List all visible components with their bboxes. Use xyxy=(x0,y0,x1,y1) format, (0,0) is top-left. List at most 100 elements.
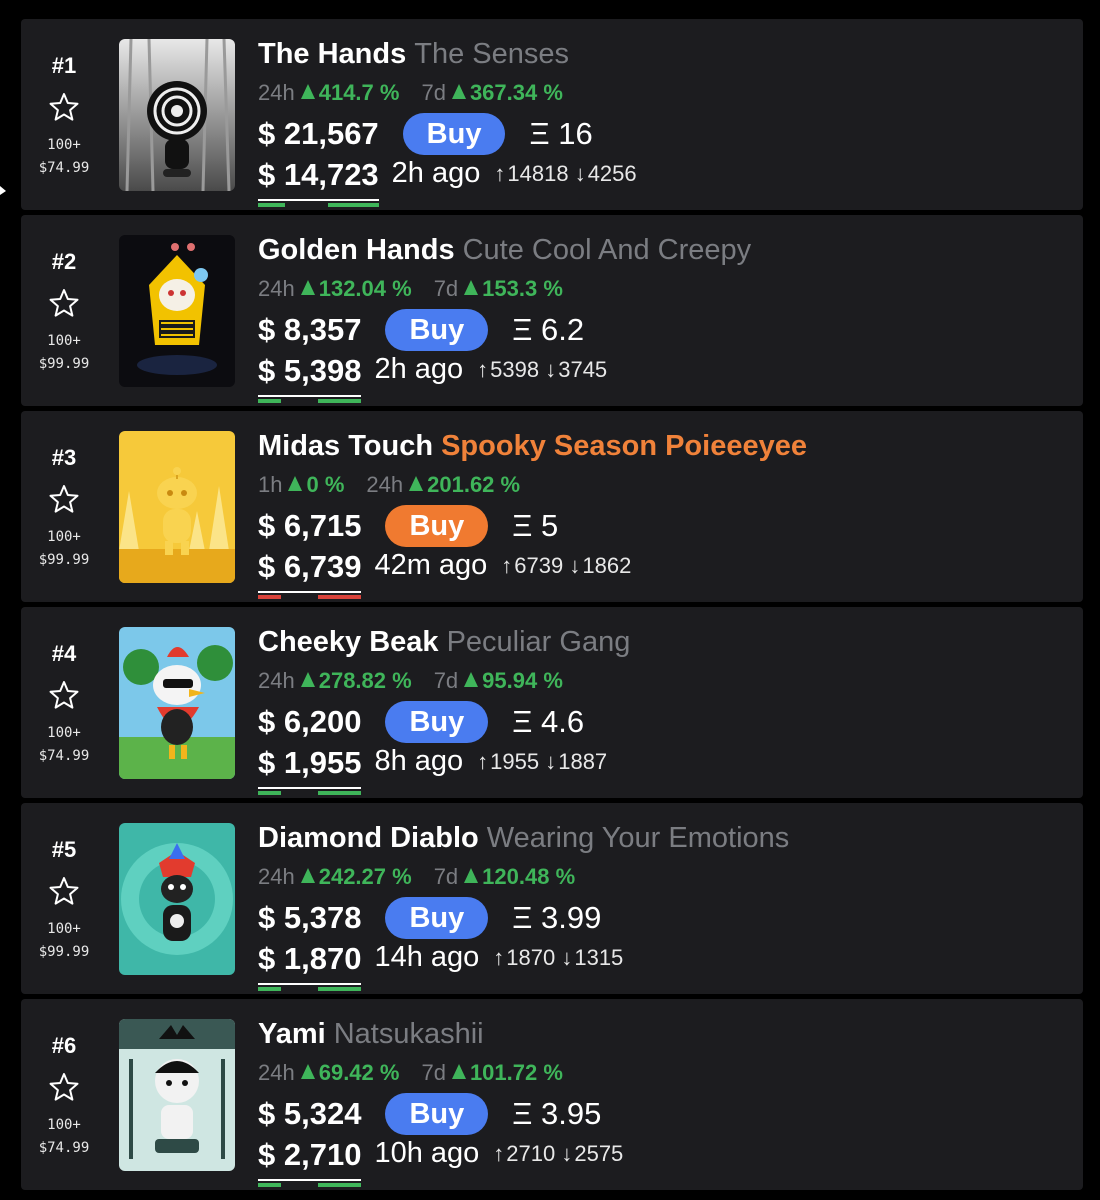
price-row: $ 21,567 Buy Ξ 16 xyxy=(258,111,593,157)
item-name[interactable]: Midas Touch xyxy=(258,430,433,462)
arrow-down-icon: ↓ xyxy=(545,749,557,774)
list-item[interactable]: #6 100+ $74.99 Yami Natsukashii 24h 69.42 … xyxy=(21,999,1083,1190)
triangle-up-icon xyxy=(288,476,303,491)
change-period-2: 7d xyxy=(421,80,446,105)
rank-number: #6 xyxy=(51,1033,77,1058)
title-row: Diamond Diablo Wearing Your Emotions xyxy=(258,821,789,855)
list-item[interactable]: #3 100+ $99.99 Midas Touch Spooky Season … xyxy=(21,411,1083,602)
last-sale-price[interactable]: $ 1,955 xyxy=(258,745,362,795)
buy-button[interactable]: Buy xyxy=(385,309,489,351)
triangle-up-icon xyxy=(464,868,479,883)
title-row: Golden Hands Cute Cool And Creepy xyxy=(258,233,751,267)
volume-up: 6739 xyxy=(514,553,564,578)
ranking-list: #1 100+ $74.99 The Hands The Senses 24h 41… xyxy=(21,19,1083,1195)
change-value-2: 367.34 % xyxy=(469,80,563,105)
item-set-name[interactable]: The Senses xyxy=(414,38,569,70)
cursor-fragment xyxy=(0,186,6,195)
change-value-2: 95.94 % xyxy=(482,668,563,693)
last-sale-price[interactable]: $ 6,739 xyxy=(258,549,362,599)
underline-bars xyxy=(258,791,362,795)
star-outline-icon[interactable] xyxy=(48,875,80,907)
rank-number: #1 xyxy=(51,53,77,78)
star-outline-icon[interactable] xyxy=(48,483,80,515)
volume-up: 1955 xyxy=(490,749,540,774)
buy-button[interactable]: Buy xyxy=(385,505,489,547)
last-sale-row: $ 1,870 14h ago ↑1870 ↓1315 xyxy=(258,941,624,991)
last-sale-price[interactable]: $ 1,870 xyxy=(258,941,362,991)
last-sale-price[interactable]: $ 14,723 xyxy=(258,157,379,207)
diamond-diablo-artwork[interactable] xyxy=(119,823,235,975)
last-sale-price[interactable]: $ 2,710 xyxy=(258,1137,362,1187)
rank-column: #5 100+ $99.99 xyxy=(21,803,107,994)
list-item[interactable]: #5 100+ $99.99 Diamond Diablo Wearing You… xyxy=(21,803,1083,994)
rank-number: #4 xyxy=(51,641,77,666)
rank-column: #4 100+ $74.99 xyxy=(21,607,107,798)
list-item[interactable]: #4 100+ $74.99 Cheeky Beak Peculiar Gang … xyxy=(21,607,1083,798)
volume-down: 1887 xyxy=(558,749,608,774)
volume-down: 1315 xyxy=(574,945,624,970)
change-period-2: 24h xyxy=(366,472,404,497)
item-name[interactable]: Diamond Diablo xyxy=(258,822,479,854)
cheeky-beak-artwork[interactable] xyxy=(119,627,235,779)
change-value-1: 414.7 % xyxy=(318,80,400,105)
buy-button[interactable]: Buy xyxy=(385,897,489,939)
item-set-name[interactable]: Wearing Your Emotions xyxy=(487,822,790,854)
yami-artwork[interactable] xyxy=(119,1019,235,1171)
arrow-down-icon: ↓ xyxy=(561,945,573,970)
change-period-2: 7d xyxy=(421,1060,446,1085)
last-sale-row: $ 2,710 10h ago ↑2710 ↓2575 xyxy=(258,1137,624,1187)
title-row: Midas Touch Spooky Season Poieeeyee xyxy=(258,429,807,463)
list-item[interactable]: #1 100+ $74.99 The Hands The Senses 24h 41… xyxy=(21,19,1083,210)
buy-button[interactable]: Buy xyxy=(385,1093,489,1135)
change-period-1: 24h xyxy=(258,1060,295,1085)
rank-number: #5 xyxy=(51,837,77,862)
list-item[interactable]: #2 100+ $99.99 Golden Hands Cute Cool And… xyxy=(21,215,1083,406)
star-outline-icon[interactable] xyxy=(48,287,80,319)
edition-count: 100+ xyxy=(47,725,81,741)
underline-bars xyxy=(258,399,362,403)
volume-down: 3745 xyxy=(558,357,608,382)
triangle-up-icon xyxy=(451,84,466,99)
item-set-name[interactable]: Natsukashii xyxy=(334,1018,484,1050)
price-change-row: 1h 0 % 24h 201.62 % xyxy=(258,472,520,498)
item-name[interactable]: Yami xyxy=(258,1018,326,1050)
change-value-2: 120.48 % xyxy=(482,864,576,889)
last-sale-price[interactable]: $ 5,398 xyxy=(258,353,362,403)
item-set-name[interactable]: Peculiar Gang xyxy=(447,626,631,658)
buy-button[interactable]: Buy xyxy=(385,701,489,743)
item-info: Cheeky Beak Peculiar Gang 24h 278.82 % 7d 95… xyxy=(258,607,1083,798)
item-set-name[interactable]: Spooky Season Poieeeyee xyxy=(441,430,807,462)
triangle-up-icon xyxy=(300,280,315,295)
star-outline-icon[interactable] xyxy=(48,1071,80,1103)
edition-count: 100+ xyxy=(47,921,81,937)
last-sale-row: $ 1,955 8h ago ↑1955 ↓1887 xyxy=(258,745,608,795)
change-period-1: 24h xyxy=(258,80,295,105)
golden-hands-artwork[interactable] xyxy=(119,235,235,387)
title-row: Yami Natsukashii xyxy=(258,1017,484,1051)
item-info: Diamond Diablo Wearing Your Emotions 24h 2… xyxy=(258,803,1083,994)
volume-down: 1862 xyxy=(582,553,632,578)
volume-down: 2575 xyxy=(574,1141,624,1166)
arrow-up-icon: ↑ xyxy=(493,945,505,970)
last-sale-row: $ 5,398 2h ago ↑5398 ↓3745 xyxy=(258,353,608,403)
star-outline-icon[interactable] xyxy=(48,679,80,711)
item-name[interactable]: Cheeky Beak xyxy=(258,626,439,658)
eth-price: Ξ 4.6 xyxy=(512,704,585,739)
item-name[interactable]: Golden Hands xyxy=(258,234,455,266)
volume-up: 2710 xyxy=(506,1141,556,1166)
current-price: $ 6,200 xyxy=(258,704,362,739)
item-name[interactable]: The Hands xyxy=(258,38,406,70)
change-period-1: 24h xyxy=(258,668,295,693)
star-outline-icon[interactable] xyxy=(48,91,80,123)
the-hands-artwork[interactable] xyxy=(119,39,235,191)
midas-touch-artwork[interactable] xyxy=(119,431,235,583)
triangle-up-icon xyxy=(464,280,479,295)
buy-button[interactable]: Buy xyxy=(402,113,506,155)
volume-up: 1870 xyxy=(506,945,556,970)
arrow-up-icon: ↑ xyxy=(477,749,489,774)
change-value-1: 0 % xyxy=(306,472,345,497)
arrow-up-icon: ↑ xyxy=(493,1141,505,1166)
change-period-2: 7d xyxy=(433,668,459,693)
triangle-up-icon xyxy=(300,84,315,99)
item-set-name[interactable]: Cute Cool And Creepy xyxy=(463,234,752,266)
